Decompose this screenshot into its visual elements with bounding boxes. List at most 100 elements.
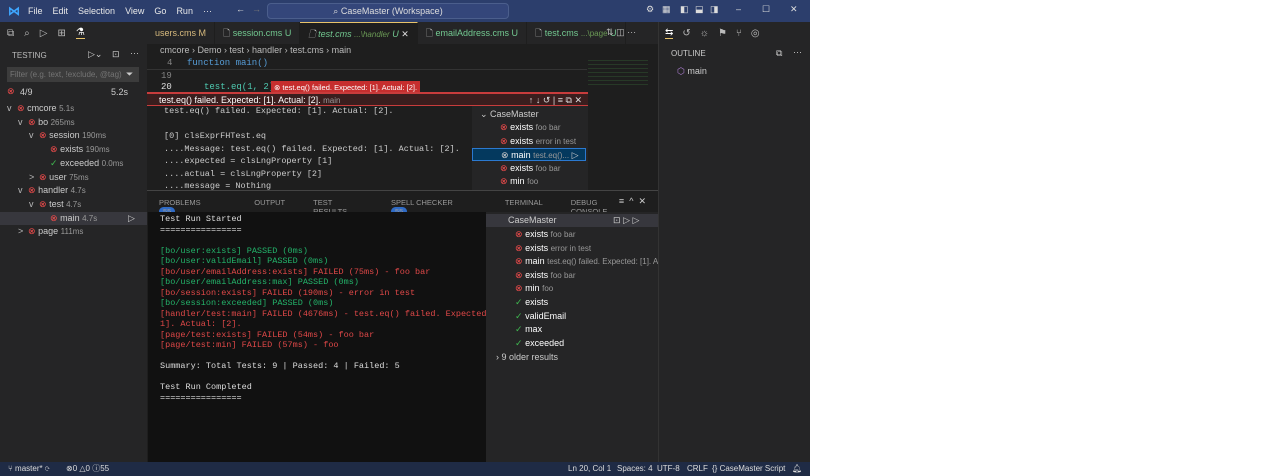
chevron-icon[interactable]: > bbox=[29, 171, 39, 184]
run-debug-icon[interactable]: ▷ bbox=[40, 28, 48, 39]
close-tab-icon[interactable]: ✕ bbox=[401, 29, 409, 39]
breadcrumb-item[interactable]: handler bbox=[252, 45, 282, 55]
breadcrumb-item[interactable]: cmcore bbox=[160, 45, 190, 55]
collapse-all-icon[interactable]: ⧉ bbox=[776, 48, 782, 59]
peek-tree-item[interactable]: ⊗ exists foo bar bbox=[472, 162, 586, 175]
run-test-icon[interactable]: ▷ bbox=[572, 150, 579, 160]
toggle-secondary-sidebar-icon[interactable]: ◨ bbox=[710, 4, 719, 15]
chevron-icon[interactable]: v bbox=[29, 129, 39, 142]
test-output[interactable]: Test Run Started ================ [bo/user… bbox=[148, 212, 502, 463]
settings-icon[interactable]: ⚙ bbox=[646, 4, 654, 15]
maximize-button[interactable]: ☐ bbox=[762, 4, 770, 15]
chevron-icon[interactable]: > bbox=[18, 225, 28, 238]
test-tree-item[interactable]: v ⊗ cmcore 5.1s bbox=[0, 102, 147, 115]
older-results[interactable]: › 9 older results bbox=[496, 351, 558, 364]
peek-tree-item[interactable]: ⊗ main test.eq()... ▷ bbox=[472, 148, 586, 161]
explorer-icon[interactable]: ⧉ bbox=[7, 28, 14, 39]
chevron-icon[interactable]: v bbox=[18, 184, 28, 197]
test-tree-item[interactable]: v ⊗ bo 265ms bbox=[0, 116, 147, 129]
editor-tab[interactable]: users.cms M bbox=[147, 22, 216, 44]
results-item[interactable]: ⊗ main test.eq() failed. Expected: [1]. … bbox=[515, 255, 669, 268]
test-filter-input[interactable] bbox=[7, 67, 139, 82]
editor-tab[interactable]: 🗋︎ test.cms ...\handler U ✕ bbox=[300, 22, 418, 44]
chevron-icon[interactable]: v bbox=[7, 102, 17, 115]
encoding[interactable]: UTF-8 bbox=[657, 462, 680, 476]
branch-indicator[interactable]: ⑂ master* ⟳ bbox=[8, 462, 50, 476]
open-icon[interactable]: ⧉ bbox=[566, 95, 572, 105]
results-item[interactable]: ⊗ min foo bbox=[515, 282, 553, 295]
editor-tab[interactable]: 🗋︎ session.cms U bbox=[215, 22, 301, 44]
problems-indicator[interactable]: ⊗0 △0 ⓘ55 bbox=[66, 462, 109, 476]
menu-0[interactable]: File bbox=[28, 6, 43, 16]
next-icon[interactable]: ↓ bbox=[536, 95, 541, 105]
results-item[interactable]: ⊗ exists foo bar bbox=[515, 269, 576, 282]
editor-tab[interactable]: 🗋︎ emailAddress.cms U bbox=[418, 22, 528, 44]
cursor-position[interactable]: Ln 20, Col 1 bbox=[568, 462, 611, 476]
outline-more-icon[interactable]: ··· bbox=[793, 47, 802, 57]
test-tree-item[interactable]: > ⊗ page 111ms bbox=[0, 225, 147, 238]
more-actions-icon[interactable]: ··· bbox=[130, 48, 139, 58]
previous-icon[interactable]: ↑ bbox=[529, 95, 534, 105]
test-tree-item[interactable]: > ⊗ user 75ms bbox=[0, 171, 147, 184]
show-output-icon[interactable]: ⊡ bbox=[112, 49, 120, 60]
minimize-button[interactable]: – bbox=[736, 4, 741, 14]
bookmark-icon[interactable]: ⚑ bbox=[718, 28, 727, 39]
line-ending[interactable]: CRLF bbox=[687, 462, 708, 476]
menu-1[interactable]: Edit bbox=[53, 6, 69, 16]
test-tree-item[interactable]: v ⊗ test 4.7s bbox=[0, 198, 147, 211]
sync-icon[interactable]: ⟳ bbox=[45, 464, 50, 473]
extensions-icon[interactable]: ⊞ bbox=[57, 28, 65, 39]
test-tree-item[interactable]: ⊗ exists 190ms bbox=[0, 143, 147, 156]
chevron-icon[interactable]: v bbox=[29, 198, 39, 211]
layout-icon[interactable]: ▦ bbox=[662, 4, 671, 15]
timeline-icon[interactable]: ↺ bbox=[682, 28, 690, 39]
history-icon[interactable]: ↺ bbox=[543, 95, 551, 105]
forward-icon[interactable]: → bbox=[252, 4, 261, 14]
test-tree-item[interactable]: ✓ exceeded 0.0ms bbox=[0, 157, 147, 170]
toggle-sidebar-icon[interactable]: ◧ bbox=[680, 4, 689, 15]
run-all-tests-icon[interactable]: ▷⌄ bbox=[88, 49, 102, 60]
search-icon[interactable]: ⌕ bbox=[24, 28, 30, 39]
remote-icon[interactable]: ◎ bbox=[751, 28, 760, 39]
list-icon[interactable]: ≡ bbox=[558, 95, 563, 105]
breadcrumb-item[interactable]: main bbox=[332, 45, 352, 55]
results-item[interactable]: ✓ exists bbox=[515, 296, 548, 309]
results-root[interactable]: CaseMaster ⊡ ▷ ▷ bbox=[486, 214, 658, 227]
terminal-icon[interactable]: ⊡ bbox=[613, 215, 621, 225]
notifications-icon[interactable]: 🔔︎ bbox=[792, 462, 802, 476]
breadcrumb-item[interactable]: test bbox=[230, 45, 245, 55]
peek-tree-item[interactable]: ⊗ min foo bbox=[472, 175, 586, 188]
menu-3[interactable]: View bbox=[125, 6, 144, 16]
breadcrumb-item[interactable]: test.cms bbox=[290, 45, 324, 55]
clear-icon[interactable]: ≡ bbox=[619, 196, 624, 206]
peek-tree-root[interactable]: ⌄ CaseMaster bbox=[480, 108, 539, 121]
testing-icon[interactable]: ⚗ bbox=[75, 27, 85, 39]
compare-icon[interactable]: ⇅ bbox=[606, 27, 614, 37]
command-center[interactable]: ⌕ CaseMaster (Workspace) bbox=[267, 3, 509, 19]
run-test-icon[interactable]: ▷ bbox=[128, 212, 135, 225]
menu-5[interactable]: Run bbox=[176, 6, 193, 16]
close-panel-icon[interactable]: ✕ bbox=[638, 196, 646, 206]
lightbulb-icon[interactable]: ☼ bbox=[700, 28, 709, 39]
language-mode[interactable]: {} CaseMaster Script bbox=[712, 462, 785, 476]
results-item[interactable]: ✓ validEmail bbox=[515, 310, 566, 323]
breadcrumb-item[interactable]: Demo bbox=[198, 45, 222, 55]
filter-icon[interactable]: ⏷ bbox=[126, 69, 133, 80]
menu-6[interactable]: ··· bbox=[203, 6, 212, 16]
results-item[interactable]: ✓ max bbox=[515, 323, 542, 336]
menu-4[interactable]: Go bbox=[154, 6, 166, 16]
results-item[interactable]: ✓ exceeded bbox=[515, 337, 564, 350]
menu-2[interactable]: Selection bbox=[78, 6, 115, 16]
close-window-button[interactable]: ✕ bbox=[790, 4, 798, 15]
chevron-icon[interactable]: v bbox=[18, 116, 28, 129]
split-editor-icon[interactable]: ◫ bbox=[616, 27, 625, 37]
test-tree-item[interactable]: ⊗ main 4.7s ▷ bbox=[0, 211, 147, 225]
close-peek-icon[interactable]: ✕ bbox=[574, 95, 582, 105]
debug-icon[interactable]: ▷ bbox=[633, 215, 640, 225]
peek-tree-item[interactable]: ⊗ exists foo bar bbox=[472, 121, 586, 134]
indentation[interactable]: Spaces: 4 bbox=[617, 462, 653, 476]
test-tree-item[interactable]: v ⊗ handler 4.7s bbox=[0, 184, 147, 197]
peek-tree-item[interactable]: ⊗ exists error in test bbox=[472, 135, 586, 148]
rerun-icon[interactable]: ▷ bbox=[623, 215, 630, 225]
back-icon[interactable]: ← bbox=[236, 4, 245, 14]
